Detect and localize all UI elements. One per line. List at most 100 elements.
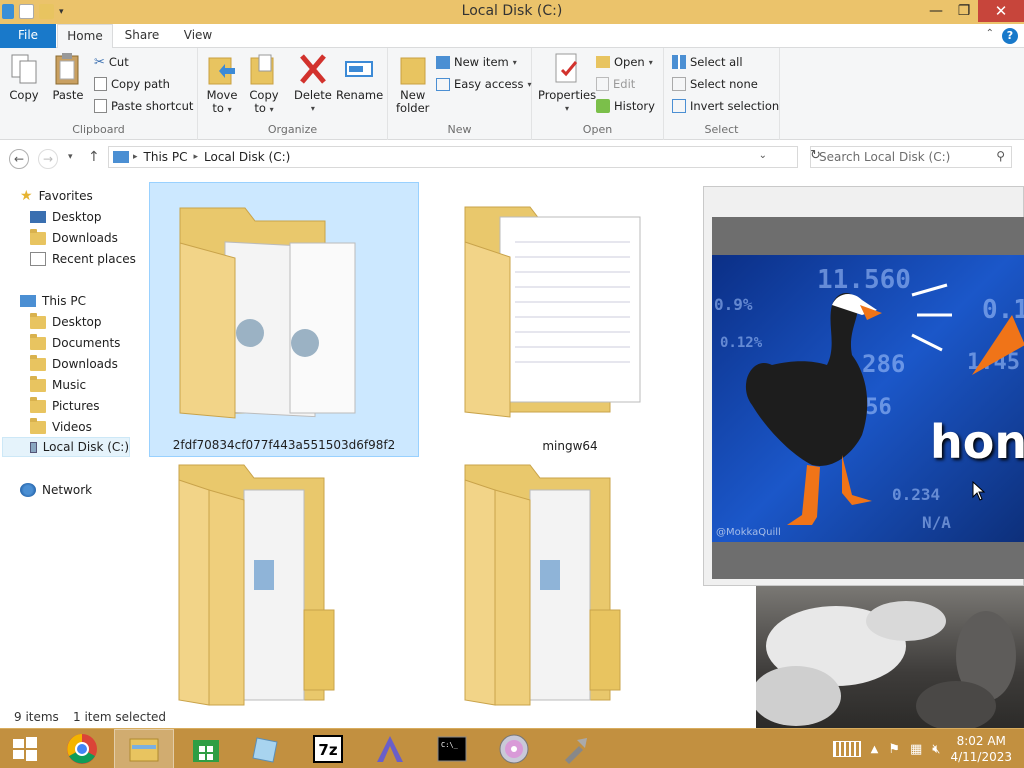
tab-share[interactable]: Share xyxy=(118,24,166,48)
nav-this-pc[interactable]: This PC xyxy=(20,291,86,311)
taskbar-7zip[interactable]: 7z xyxy=(298,729,358,768)
invert-selection-button[interactable]: Invert selection xyxy=(672,96,779,116)
taskbar-app-a[interactable] xyxy=(360,729,420,768)
file-name: 2fdf70834cf077f443a551503d6f98f2 xyxy=(172,438,396,452)
desktop-icon xyxy=(30,211,46,223)
address-dropdown-icon[interactable]: ⌄ xyxy=(759,150,767,161)
tab-home[interactable]: Home xyxy=(57,24,113,49)
new-folder-icon xyxy=(397,52,429,86)
select-none-button[interactable]: Select none xyxy=(672,74,758,94)
breadcrumb-this-pc[interactable]: This PC xyxy=(144,150,188,164)
help-icon[interactable]: ? xyxy=(1002,28,1018,44)
meme-credit: @MokkaQuill xyxy=(716,527,781,538)
disc-icon xyxy=(499,734,529,764)
ribbon: Copy Paste ✂ Cut Copy path Paste shortcu… xyxy=(0,48,1024,140)
address-bar[interactable]: ▸ This PC ▸ Local Disk (C:) ⌄ ↻ xyxy=(108,146,821,168)
breadcrumb-local-disk[interactable]: Local Disk (C:) xyxy=(204,150,290,164)
volume-muted-icon[interactable]: 🔇︎ xyxy=(932,742,940,757)
select-all-button[interactable]: Select all xyxy=(672,52,743,72)
cut-button[interactable]: ✂ Cut xyxy=(94,52,129,72)
chrome-icon xyxy=(67,734,97,764)
nav-fav-downloads[interactable]: Downloads xyxy=(30,228,118,248)
new-group: New folder New item ▾ Easy access ▾ New xyxy=(388,48,532,140)
taskbar-file-explorer[interactable] xyxy=(114,729,174,768)
maximize-button[interactable]: ❐ xyxy=(950,0,978,22)
nav-pc-pictures[interactable]: Pictures xyxy=(30,396,100,416)
nav-pc-videos[interactable]: Videos xyxy=(30,417,92,437)
history-button[interactable]: History xyxy=(596,96,655,116)
nav-pc-downloads[interactable]: Downloads xyxy=(30,354,118,374)
minimize-button[interactable]: — xyxy=(922,0,950,22)
network-icon xyxy=(20,483,36,497)
nav-favorites[interactable]: ★ Favorites xyxy=(20,186,93,206)
window-title: Local Disk (C:) xyxy=(461,3,563,19)
easy-access-button[interactable]: Easy access ▾ xyxy=(436,74,532,94)
nav-fav-desktop[interactable]: Desktop xyxy=(30,207,102,227)
tab-file[interactable]: File xyxy=(0,24,56,48)
paste-shortcut-icon xyxy=(94,99,107,113)
folder-item[interactable]: mingw64 xyxy=(435,182,705,457)
folder-item[interactable]: 2fdf70834cf077f443a551503d6f98f2 xyxy=(149,182,419,457)
move-to-button[interactable]: Move to ▾ xyxy=(206,52,238,116)
nav-fav-recent-places[interactable]: Recent places xyxy=(30,249,136,269)
delete-icon xyxy=(297,52,329,86)
nav-pc-desktop[interactable]: Desktop xyxy=(30,312,102,332)
taskbar-notepad[interactable] xyxy=(236,729,296,768)
file-name: mingw64 xyxy=(542,439,598,453)
copy-to-button[interactable]: Copy to ▾ xyxy=(248,52,280,116)
invert-selection-icon xyxy=(672,99,686,113)
select-group: Select all Select none Invert selection … xyxy=(664,48,780,140)
recent-locations-icon[interactable]: ▾ xyxy=(68,152,73,162)
search-input[interactable]: Search Local Disk (C:) ⚲ xyxy=(810,146,1012,168)
nav-pc-local-disk[interactable]: Local Disk (C:) xyxy=(2,437,130,457)
app-letter-a-icon xyxy=(377,736,403,762)
pictures-folder-icon xyxy=(30,396,46,413)
image-viewer-window[interactable]: 11.560 0.9% 0.12% 286 156 0.234 N/A 1.45… xyxy=(703,186,1024,586)
tab-view[interactable]: View xyxy=(175,24,221,48)
taskbar-store[interactable] xyxy=(176,729,236,768)
edit-button[interactable]: Edit xyxy=(596,74,635,94)
close-button[interactable]: ✕ xyxy=(978,0,1024,22)
folder-icon xyxy=(464,464,621,706)
star-icon: ★ xyxy=(20,188,33,204)
keyboard-icon[interactable] xyxy=(832,741,861,757)
search-icon[interactable]: ⚲ xyxy=(996,149,1005,163)
copy-button[interactable]: Copy xyxy=(8,52,40,102)
up-arrow-icon[interactable]: ↑ xyxy=(88,149,100,165)
open-button[interactable]: Open ▾ xyxy=(596,52,653,72)
network-status-icon[interactable]: ▦ xyxy=(910,742,922,757)
new-folder-button[interactable]: New folder xyxy=(396,52,429,115)
paste-icon xyxy=(52,52,84,86)
organize-group-label: Organize xyxy=(267,123,318,136)
taskbar: 7z C:\_ ▲ ⚑ ▦ 🔇︎ 8:02 AM 4/11/2023 xyxy=(0,728,1024,768)
minimize-ribbon-icon[interactable]: ⌃ xyxy=(986,28,994,39)
folder-item[interactable] xyxy=(149,460,419,735)
properties-button[interactable]: Properties ▾ xyxy=(538,52,596,115)
back-button[interactable]: ← xyxy=(9,149,29,169)
start-button[interactable] xyxy=(0,729,50,768)
documents-folder-icon xyxy=(30,333,46,350)
taskbar-chrome[interactable] xyxy=(52,729,112,768)
taskbar-tool[interactable] xyxy=(546,729,606,768)
action-center-flag-icon[interactable]: ⚑ xyxy=(888,742,900,757)
taskbar-disc[interactable] xyxy=(484,729,544,768)
scissors-icon: ✂ xyxy=(94,54,105,70)
system-tray: ▲ ⚑ ▦ 🔇︎ 8:02 AM 4/11/2023 xyxy=(832,729,1024,768)
clock[interactable]: 8:02 AM 4/11/2023 xyxy=(950,733,1012,765)
nav-pc-music[interactable]: Music xyxy=(30,375,86,395)
delete-button[interactable]: Delete ▾ xyxy=(294,52,332,115)
desktop-folder-icon xyxy=(30,312,46,329)
taskbar-command-prompt[interactable]: C:\_ xyxy=(422,729,482,768)
nav-pc-documents[interactable]: Documents xyxy=(30,333,120,353)
nav-network[interactable]: Network xyxy=(20,480,92,500)
copy-path-button[interactable]: Copy path xyxy=(94,74,170,94)
paste-button[interactable]: Paste xyxy=(52,52,84,102)
forward-button[interactable]: → xyxy=(38,149,58,169)
folder-item[interactable] xyxy=(435,460,705,735)
paste-shortcut-button[interactable]: Paste shortcut xyxy=(94,96,193,116)
downloads-folder-icon xyxy=(30,354,46,371)
easy-access-icon xyxy=(436,77,450,91)
show-hidden-icons-icon[interactable]: ▲ xyxy=(871,744,879,755)
rename-button[interactable]: Rename xyxy=(336,52,383,102)
new-item-button[interactable]: New item ▾ xyxy=(436,52,517,72)
